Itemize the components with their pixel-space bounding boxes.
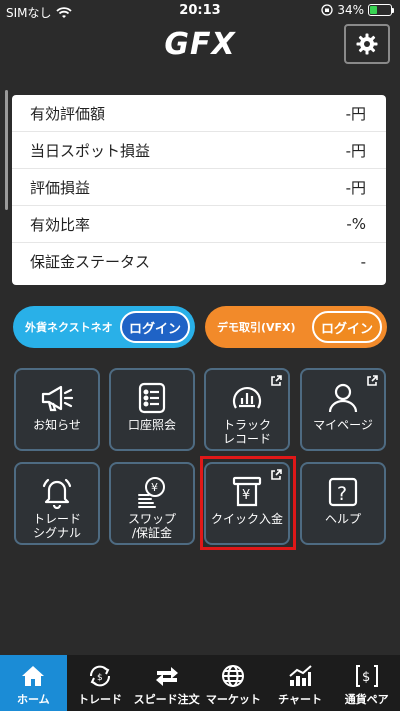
nav-label: スピード注文 xyxy=(133,693,200,706)
bottom-nav: ホーム $ トレード スピード注文 マーケット チャート $ 通貨ペア xyxy=(0,655,400,711)
help-icon: ? xyxy=(323,474,363,510)
summary-row: 当日スポット損益 -円 xyxy=(12,132,386,169)
nav-market[interactable]: マーケット xyxy=(200,655,267,711)
settings-button[interactable] xyxy=(344,24,390,64)
tile-swap-margin[interactable]: ¥ スワップ /保証金 xyxy=(109,462,195,545)
status-right: 34% xyxy=(321,3,394,17)
summary-row: 有効比率 -% xyxy=(12,206,386,243)
tile-label: お知らせ xyxy=(33,418,81,432)
summary-label: 当日スポット損益 xyxy=(30,141,151,160)
home-icon xyxy=(19,663,47,689)
app-logo: GFX xyxy=(0,24,400,64)
svg-text:?: ? xyxy=(337,483,347,505)
battery-percent: 34% xyxy=(337,3,364,17)
gear-icon xyxy=(356,33,378,55)
coins-icon: ¥ xyxy=(132,474,172,510)
tile-label: ヘルプ xyxy=(324,512,361,526)
tile-trade-signal[interactable]: トレード シグナル xyxy=(14,462,100,545)
nav-trade[interactable]: $ トレード xyxy=(67,655,134,711)
tile-help[interactable]: ? ヘルプ xyxy=(300,462,386,545)
nav-label: 通貨ペア xyxy=(344,693,389,706)
tile-label: 口座照会 xyxy=(127,418,176,432)
nav-chart[interactable]: チャート xyxy=(267,655,334,711)
svg-text:$: $ xyxy=(362,670,370,685)
login-pill-label: 外貨ネクストネオ xyxy=(25,321,113,334)
tile-label: トレード シグナル xyxy=(32,512,81,540)
speed-order-icon xyxy=(153,663,181,689)
svg-text:¥: ¥ xyxy=(151,481,158,494)
nav-label: ホーム xyxy=(17,693,50,706)
external-link-icon xyxy=(367,375,378,386)
summary-value: -円 xyxy=(345,178,366,197)
nav-label: トレード xyxy=(78,693,122,706)
currency-pair-icon: $ xyxy=(353,663,381,689)
tile-label: スワップ /保証金 xyxy=(127,512,176,540)
tile-account-inquiry[interactable]: 口座照会 xyxy=(109,368,195,451)
tile-my-page[interactable]: マイページ xyxy=(300,368,386,451)
tile-label: トラック レコード xyxy=(222,418,271,446)
summary-value: - xyxy=(360,252,366,271)
list-icon xyxy=(132,380,172,416)
login-demo-vfx[interactable]: デモ取引(VFX) ログイン xyxy=(205,306,387,348)
login-button[interactable]: ログイン xyxy=(312,311,382,343)
nav-home[interactable]: ホーム xyxy=(0,655,67,711)
tile-news[interactable]: お知らせ xyxy=(14,368,100,451)
summary-label: 有効評価額 xyxy=(30,104,106,123)
battery-icon xyxy=(368,4,394,16)
summary-label: 有効比率 xyxy=(30,215,91,234)
logo-text: GFX xyxy=(164,26,236,62)
scroll-indicator xyxy=(5,90,8,210)
chart-icon xyxy=(286,663,314,689)
nav-currency-pair[interactable]: $ 通貨ペア xyxy=(333,655,400,711)
globe-icon xyxy=(219,663,247,689)
megaphone-icon xyxy=(37,380,77,416)
tile-track-record[interactable]: トラック レコード xyxy=(204,368,290,451)
bell-icon xyxy=(37,474,77,510)
summary-value: -% xyxy=(346,215,366,233)
summary-row: 有効評価額 -円 xyxy=(12,95,386,132)
summary-label: 評価損益 xyxy=(30,178,91,197)
login-pill-label: デモ取引(VFX) xyxy=(217,321,296,334)
summary-row: 保証金ステータス - xyxy=(12,243,386,280)
external-link-icon xyxy=(271,375,282,386)
summary-row: 評価損益 -円 xyxy=(12,169,386,206)
nav-speed-order[interactable]: スピード注文 xyxy=(133,655,200,711)
login-gaika-next-neo[interactable]: 外貨ネクストネオ ログイン xyxy=(13,306,195,348)
account-summary: 有効評価額 -円 当日スポット損益 -円 評価損益 -円 有効比率 -% 保証金… xyxy=(12,95,386,285)
highlight-box xyxy=(200,456,296,550)
login-button[interactable]: ログイン xyxy=(120,311,190,343)
nav-label: チャート xyxy=(278,693,322,706)
person-icon xyxy=(323,380,363,416)
status-bar: SIMなし 20:13 34% xyxy=(0,0,400,24)
summary-value: -円 xyxy=(345,104,366,123)
trade-icon: $ xyxy=(86,663,114,689)
orientation-lock-icon xyxy=(321,4,333,16)
svg-text:$: $ xyxy=(97,673,103,683)
track-record-icon xyxy=(227,380,267,416)
tile-label: マイページ xyxy=(313,418,373,432)
summary-label: 保証金ステータス xyxy=(30,253,151,271)
summary-value: -円 xyxy=(345,141,366,160)
nav-label: マーケット xyxy=(205,693,261,706)
